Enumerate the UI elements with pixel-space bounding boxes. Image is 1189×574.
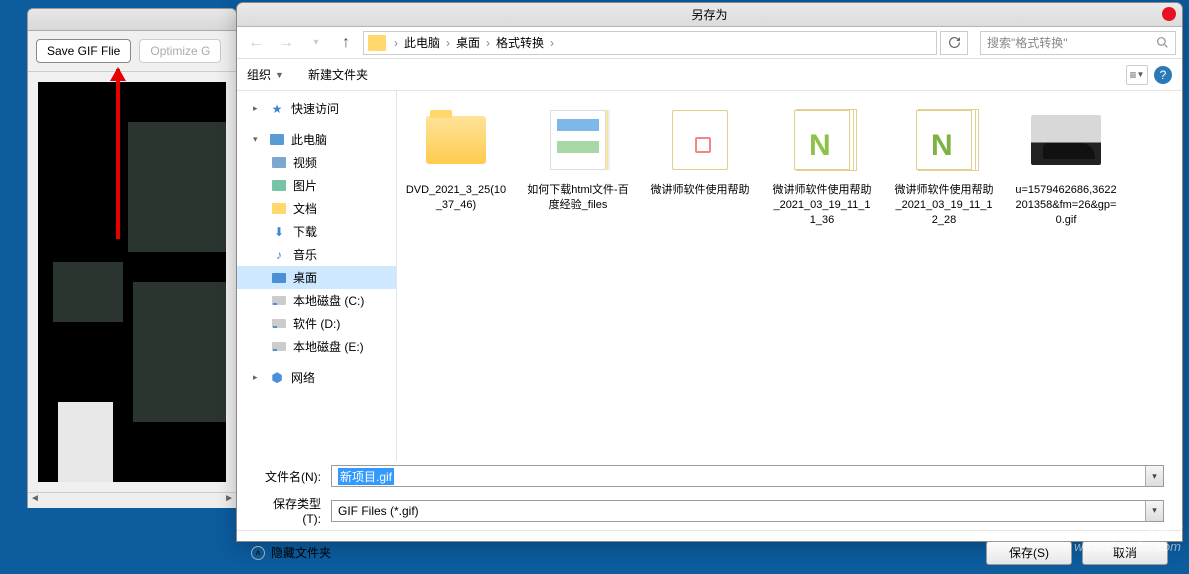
hide-folders-toggle[interactable]: ˄ 隐藏文件夹 (251, 544, 331, 561)
folder-icon (550, 110, 606, 170)
sidebar-downloads[interactable]: ⬇下载 (237, 220, 396, 243)
filetype-select[interactable]: GIF Files (*.gif) ▾ (331, 500, 1164, 522)
sidebar-drive-e[interactable]: 本地磁盘 (E:) (237, 335, 396, 358)
sidebar-music[interactable]: ♪音乐 (237, 243, 396, 266)
sidebar-desktop[interactable]: 桌面 (237, 266, 396, 289)
view-options-button[interactable]: ≡ ▼ (1126, 65, 1148, 85)
filename-label: 文件名(N): (255, 468, 321, 485)
annotation-arrow (116, 69, 120, 239)
sidebar-network[interactable]: ▸⬢网络 (237, 366, 396, 389)
sidebar-videos[interactable]: 视频 (237, 151, 396, 174)
file-item[interactable]: 微讲师软件使用帮助 (649, 105, 751, 228)
parent-window: Save GIF Flie Optimize G ◄► (27, 8, 237, 508)
chevron-up-icon: ˄ (251, 546, 265, 560)
sidebar-documents[interactable]: 文档 (237, 197, 396, 220)
filetype-row: 保存类型(T): GIF Files (*.gif) ▾ (237, 491, 1182, 530)
sidebar-drive-d[interactable]: 软件 (D:) (237, 312, 396, 335)
back-button[interactable]: ← (243, 31, 269, 55)
search-input[interactable]: 搜索"格式转换" (980, 31, 1176, 55)
folder-icon (368, 35, 386, 51)
sidebar-drive-c[interactable]: 本地磁盘 (C:) (237, 289, 396, 312)
recent-dropdown[interactable]: ▾ (303, 31, 329, 55)
address-bar[interactable]: › 此电脑 › 桌面 › 格式转换 › (363, 31, 937, 55)
dialog-title: 另存为 (691, 6, 727, 23)
nav-row: ← → ▾ ↑ › 此电脑 › 桌面 › 格式转换 › 搜索"格式转换" (237, 27, 1182, 59)
crumb-thispc[interactable]: 此电脑 (402, 34, 442, 51)
crumb-current[interactable]: 格式转换 (494, 34, 546, 51)
file-item[interactable]: N 微讲师软件使用帮助_2021_03_19_11_12_28 (893, 105, 995, 228)
filename-row: 文件名(N): 新项目.gif ▾ (237, 461, 1182, 491)
file-item[interactable]: N 微讲师软件使用帮助_2021_03_19_11_11_36 (771, 105, 873, 228)
file-pane[interactable]: DVD_2021_3_25(10_37_46) 如何下载html文件-百度经验_… (397, 91, 1182, 461)
up-button[interactable]: ↑ (333, 31, 359, 55)
close-button[interactable] (1162, 7, 1176, 21)
dialog-footer: ˄ 隐藏文件夹 保存(S) 取消 (237, 530, 1182, 574)
dropdown-icon[interactable]: ▾ (1145, 501, 1163, 521)
save-button[interactable]: 保存(S) (986, 541, 1072, 565)
file-item[interactable]: 如何下载html文件-百度经验_files (527, 105, 629, 228)
help-button[interactable]: ? (1154, 66, 1172, 84)
sidebar-quick-access[interactable]: ▸★快速访问 (237, 97, 396, 120)
filetype-label: 保存类型(T): (255, 495, 321, 526)
dialog-titlebar[interactable]: 另存为 (237, 3, 1182, 27)
parent-titlebar (28, 9, 236, 31)
filename-input[interactable]: 新项目.gif ▾ (331, 465, 1164, 487)
folder-icon (672, 110, 728, 170)
optimize-button: Optimize G (139, 39, 221, 63)
refresh-button[interactable] (940, 31, 968, 55)
preview-area (38, 82, 226, 482)
file-item[interactable]: u=1579462686,3622201358&fm=26&gp=0.gif (1015, 105, 1117, 228)
sidebar-pictures[interactable]: 图片 (237, 174, 396, 197)
image-thumbnail (1031, 115, 1101, 165)
save-as-dialog: 另存为 ← → ▾ ↑ › 此电脑 › 桌面 › 格式转换 › 搜索"格式转换"… (236, 2, 1183, 542)
sidebar-this-pc[interactable]: ▾此电脑 (237, 128, 396, 151)
search-icon (1156, 36, 1169, 49)
parent-scrollbar[interactable]: ◄► (28, 492, 236, 508)
watermark: 下载吧 www.xiazaiba.com (1074, 525, 1181, 554)
organize-menu[interactable]: 组织 ▼ (247, 66, 284, 83)
sidebar: ▸★快速访问 ▾此电脑 视频 图片 文档 ⬇下载 ♪音乐 桌面 本地磁盘 (C:… (237, 91, 397, 461)
folder-icon: N (916, 110, 972, 170)
folder-icon: N (794, 110, 850, 170)
new-folder-button[interactable]: 新建文件夹 (308, 66, 368, 83)
crumb-desktop[interactable]: 桌面 (454, 34, 482, 51)
parent-toolbar: Save GIF Flie Optimize G (28, 31, 236, 72)
file-item[interactable]: DVD_2021_3_25(10_37_46) (405, 105, 507, 228)
dropdown-icon[interactable]: ▾ (1145, 466, 1163, 486)
forward-button[interactable]: → (273, 31, 299, 55)
toolbar: 组织 ▼ 新建文件夹 ≡ ▼ ? (237, 59, 1182, 91)
folder-icon (426, 116, 486, 164)
